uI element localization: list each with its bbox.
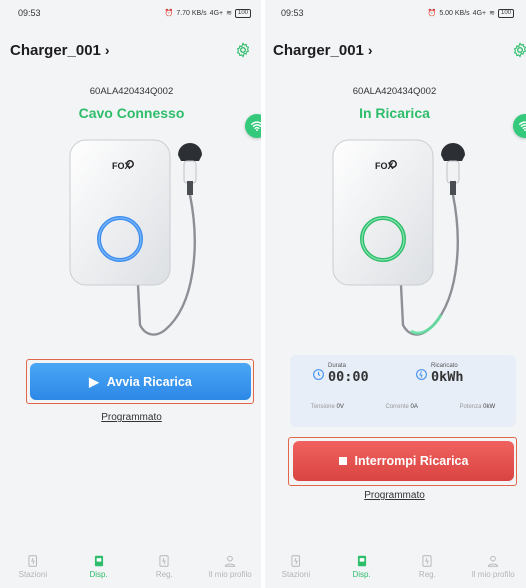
tab-records[interactable]: Reg.: [397, 554, 457, 588]
start-charging-label: Avvia Ricarica: [106, 374, 192, 389]
charger-title[interactable]: Charger_001 ›: [273, 42, 373, 59]
charged-value: 0kWh: [431, 369, 464, 385]
status-icons: ⏰ 5.00 KB/s 4G+ ≋ 100: [427, 8, 514, 18]
record-icon: [159, 555, 169, 567]
tab-devices[interactable]: Disp.: [69, 554, 129, 588]
power-readout: Potenza 0kW: [459, 404, 496, 410]
alarm-icon: ⏰: [427, 10, 437, 17]
network-type: 4G+: [472, 9, 487, 17]
play-icon: ▶: [89, 375, 99, 389]
header: Charger_001 ›: [0, 38, 263, 62]
charger-title[interactable]: Charger_001 ›: [10, 42, 110, 59]
network-speed: 7.70 KB/s: [176, 9, 207, 17]
tab-profile-label: Il mio profilo: [471, 570, 515, 579]
device-icon: [94, 555, 103, 567]
tab-devices[interactable]: Disp.: [332, 554, 392, 588]
network-type: 4G+: [209, 9, 224, 17]
profile-icon: [487, 555, 499, 567]
station-icon: [28, 555, 37, 567]
status-time: 09:53: [281, 8, 304, 18]
energy-icon: [416, 368, 427, 380]
battery-indicator: 100: [497, 8, 514, 18]
bottom-tab-bar: Stazioni Disp. Reg. Il mio profilo: [263, 554, 526, 588]
tab-stations-label: Stazioni: [281, 570, 311, 579]
stop-charging-button[interactable]: Interrompi Ricarica: [293, 441, 514, 481]
chevron-right-icon: ›: [367, 42, 373, 58]
bottom-tab-bar: Stazioni Disp. Reg. Il mio profilo: [0, 554, 263, 588]
divider: [261, 0, 265, 588]
tab-profile[interactable]: Il mio profilo: [200, 554, 260, 588]
tab-records-label: Reg.: [155, 570, 173, 579]
tab-devices-label: Disp.: [352, 570, 371, 579]
network-speed: 5.00 KB/s: [439, 9, 470, 17]
wifi-icon[interactable]: [513, 114, 526, 138]
electrical-readouts: Tensione 0V Corrente 0A Potenza 0kW: [290, 404, 516, 410]
tab-profile-label: Il mio profilo: [208, 570, 252, 579]
header: Charger_001 ›: [263, 38, 526, 62]
schedule-link[interactable]: Programmato: [263, 490, 526, 501]
start-charging-button[interactable]: ▶ Avvia Ricarica: [30, 363, 251, 400]
tab-records-label: Reg.: [418, 570, 436, 579]
tab-records[interactable]: Reg.: [134, 554, 194, 588]
device-icon: [357, 555, 366, 567]
tab-devices-label: Disp.: [89, 570, 108, 579]
battery-indicator: 100: [234, 8, 251, 18]
connection-status: Cavo Connesso: [78, 105, 185, 121]
tab-profile[interactable]: Il mio profilo: [463, 554, 523, 588]
serial-number: 60ALA420434Q002: [352, 86, 437, 97]
phone-screen-charging: 09:53 ⏰ 5.00 KB/s 4G+ ≋ 100 Charger_001 …: [263, 0, 526, 588]
status-bar: 09:53 ⏰ 7.70 KB/s 4G+ ≋ 100: [0, 0, 263, 26]
profile-icon: [224, 555, 236, 567]
voltage-readout: Tensione 0V: [310, 404, 344, 410]
charger-name: Charger_001: [10, 41, 101, 59]
schedule-link[interactable]: Programmato: [0, 412, 263, 423]
record-icon: [422, 555, 432, 567]
charger-illustration: FOX: [332, 139, 465, 336]
alarm-icon: ⏰: [164, 10, 174, 17]
serial-number: 60ALA420434Q002: [89, 86, 174, 97]
duration-stat: Durata 00:00: [312, 363, 369, 385]
phone-screen-connected: 09:53 ⏰ 7.70 KB/s 4G+ ≋ 100 Charger_001 …: [0, 0, 263, 588]
status-icons: ⏰ 7.70 KB/s 4G+ ≋ 100: [164, 8, 251, 18]
gear-icon[interactable]: [235, 42, 251, 58]
station-icon: [291, 555, 300, 567]
charging-status: In Ricarica: [359, 105, 430, 121]
status-bar: 09:53 ⏰ 5.00 KB/s 4G+ ≋ 100: [263, 0, 526, 26]
gear-icon[interactable]: [512, 42, 526, 58]
current-readout: Corrente 0A: [385, 404, 418, 410]
stop-icon: [338, 457, 347, 465]
wifi-status-icon: ≋: [489, 10, 495, 17]
wifi-status-icon: ≋: [226, 10, 232, 17]
status-time: 09:53: [18, 8, 41, 18]
duration-value: 00:00: [328, 369, 369, 385]
tab-stations[interactable]: Stazioni: [3, 554, 63, 588]
charging-stats-card: Durata 00:00 Ricaricato 0kWh Tensione 0V…: [290, 355, 516, 427]
charger-name: Charger_001: [273, 41, 364, 59]
stop-charging-label: Interrompi Ricarica: [354, 454, 469, 468]
charger-illustration: FOX: [69, 139, 202, 336]
clock-icon: [313, 368, 324, 380]
chevron-right-icon: ›: [104, 42, 110, 58]
tab-stations[interactable]: Stazioni: [266, 554, 326, 588]
tab-stations-label: Stazioni: [18, 570, 48, 579]
charged-stat: Ricaricato 0kWh: [415, 363, 464, 385]
screenshot-pair: 09:53 ⏰ 7.70 KB/s 4G+ ≋ 100 Charger_001 …: [0, 0, 526, 588]
